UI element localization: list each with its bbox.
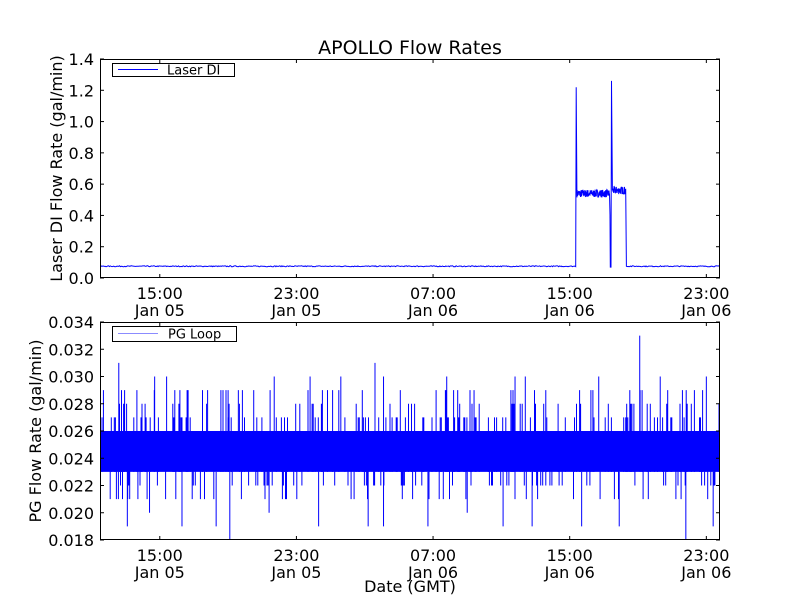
- y-tick-label: 0.2: [69, 238, 94, 257]
- y-tick-label: 0.028: [48, 395, 94, 414]
- chart-title: APOLLO Flow Rates: [318, 37, 502, 59]
- y-axis-label: Laser DI Flow Rate (gal/min): [47, 55, 66, 282]
- y-tick-label: 0.4: [69, 206, 94, 225]
- x-tick-date-label: Jan 06: [680, 301, 731, 320]
- y-axis-label: PG Flow Rate (gal/min): [26, 340, 45, 523]
- legend: PG Loop: [112, 326, 237, 343]
- y-tick-label: 0.8: [69, 144, 94, 163]
- y-tick-label: 0.018: [48, 531, 94, 550]
- y-tick-label: 0.032: [48, 340, 94, 359]
- y-tick-label: 0.030: [48, 368, 94, 387]
- x-tick-date-label: Jan 06: [544, 301, 595, 320]
- y-tick-label: 0.026: [48, 422, 94, 441]
- legend: Laser DI: [112, 63, 235, 79]
- y-tick-label: 0.024: [48, 449, 94, 468]
- y-tick-label: 0.0: [69, 269, 94, 288]
- y-tick-label: 1.2: [69, 81, 94, 100]
- x-tick-date-label: Jan 05: [134, 563, 185, 582]
- x-tick-date-label: Jan 05: [270, 301, 321, 320]
- figure: APOLLO Flow Rates 0.0 0.2 0.4 0.6 0.8 1.0 1.2 1…: [0, 0, 800, 600]
- y-tick-label: 0.020: [48, 504, 94, 523]
- legend-label: PG Loop: [168, 328, 221, 343]
- y-tick-label: 0.6: [69, 175, 94, 194]
- x-tick-date-label: Jan 06: [680, 563, 731, 582]
- y-tick-label: 0.034: [48, 313, 94, 332]
- y-tick-label: 0.022: [48, 477, 94, 496]
- x-axis-label: Date (GMT): [364, 577, 456, 596]
- x-tick-date-label: Jan 05: [134, 301, 185, 320]
- y-tick-label: 1.4: [69, 50, 94, 69]
- x-tick-date-label: Jan 06: [544, 563, 595, 582]
- x-tick-date-label: Jan 06: [407, 301, 458, 320]
- legend-label: Laser DI: [167, 64, 220, 79]
- y-tick-label: 1.0: [69, 113, 94, 132]
- x-tick-date-label: Jan 05: [270, 563, 321, 582]
